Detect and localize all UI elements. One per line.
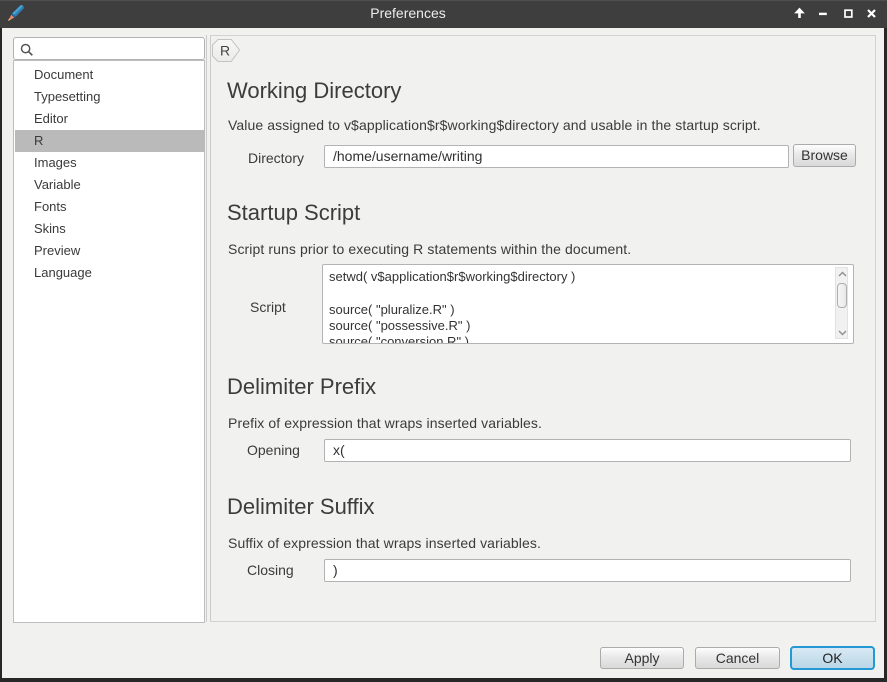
- svg-text:R: R: [220, 43, 230, 59]
